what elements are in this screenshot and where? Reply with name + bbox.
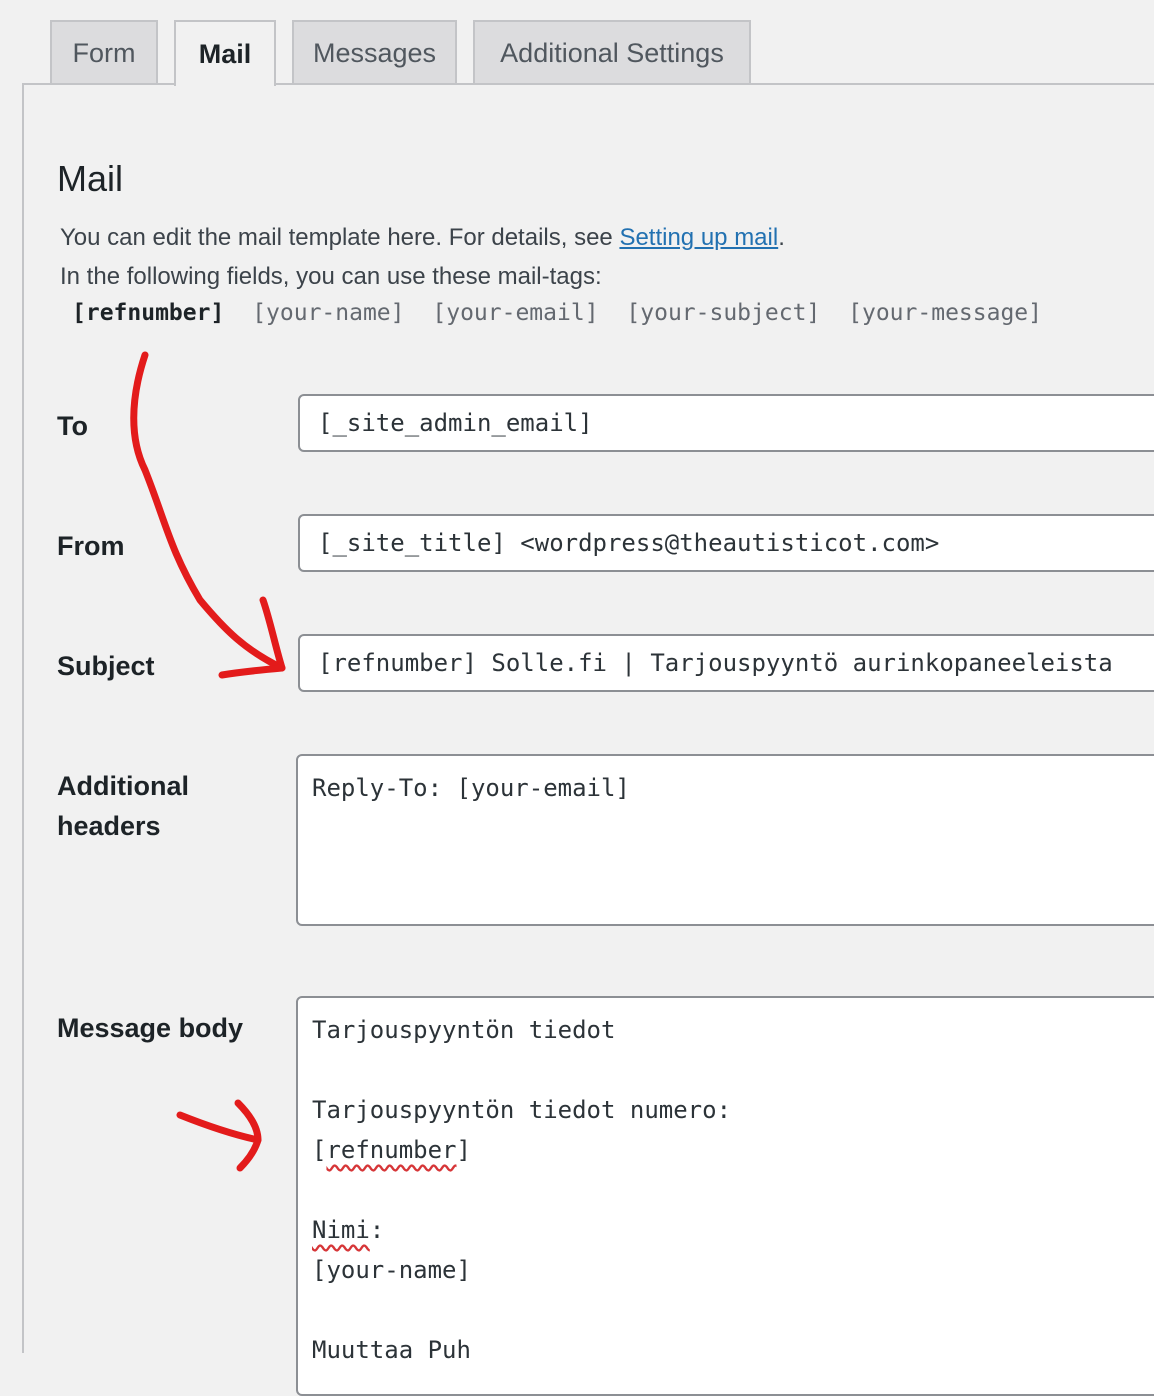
mail-description-text: You can edit the mail template here. For… [60, 224, 620, 251]
message-body-label: Message body [57, 1013, 244, 1043]
mail-tags-list: [refnumber] [your-name] [your-email] [yo… [72, 300, 1056, 326]
body-line: Nimi: [312, 1210, 1154, 1250]
body-line-colon: : [369, 1216, 385, 1244]
tab-form[interactable]: Form [50, 20, 158, 84]
additional-headers-label: Additional headers [57, 766, 189, 846]
body-line: Tarjouspyyntön tiedot numero: [312, 1096, 732, 1124]
page-title: Mail [57, 158, 124, 199]
mail-tag-refnumber[interactable]: [refnumber] [72, 300, 224, 326]
tab-bar: Form Mail Messages Additional Settings [0, 0, 1154, 86]
additional-headers-label-line1: Additional [57, 771, 189, 801]
subject-label: Subject [57, 651, 155, 681]
body-line: Tarjouspyyntön tiedot [312, 1016, 616, 1044]
body-line-bracket-open: [ [312, 1136, 327, 1164]
body-line: [refnumber] [312, 1130, 1154, 1170]
mail-description-suffix: . [778, 224, 785, 251]
mail-tag-your-email[interactable]: [your-email] [432, 300, 598, 326]
from-label: From [57, 531, 125, 561]
setting-up-mail-link[interactable]: Setting up mail [619, 224, 778, 251]
mail-tags-intro: In the following fields, you can use the… [60, 263, 602, 290]
to-label: To [57, 411, 88, 441]
from-field[interactable]: [_site_title] <wordpress@theautisticot.c… [298, 514, 1154, 572]
body-line: Muuttaa Puh [312, 1336, 471, 1364]
body-line-nimi-misspelled: Nimi [312, 1216, 370, 1244]
body-line: [your-name] [312, 1256, 471, 1284]
message-body-textarea[interactable]: Tarjouspyyntön tiedot Tarjouspyyntön tied… [296, 996, 1154, 1396]
mail-description: You can edit the mail template here. For… [60, 224, 785, 252]
to-field[interactable]: [_site_admin_email] [298, 394, 1154, 452]
body-line [312, 1170, 1154, 1210]
body-line [312, 1290, 1154, 1330]
subject-field[interactable]: [refnumber] Solle.fi | Tarjouspyyntö aur… [298, 634, 1154, 692]
mail-tag-your-message[interactable]: [your-message] [848, 300, 1042, 326]
tab-mail[interactable]: Mail [174, 20, 276, 86]
mail-tag-your-name[interactable]: [your-name] [252, 300, 404, 326]
additional-headers-textarea[interactable]: Reply-To: [your-email] [296, 754, 1154, 926]
additional-headers-label-line2: headers [57, 811, 161, 841]
mail-tag-your-subject[interactable]: [your-subject] [626, 300, 820, 326]
body-line-bracket-close: ] [456, 1136, 471, 1164]
body-line-refnumber-misspelled: refnumber [326, 1136, 457, 1164]
tab-messages[interactable]: Messages [292, 20, 457, 84]
tab-additional-settings[interactable]: Additional Settings [473, 20, 751, 84]
body-line [312, 1050, 1154, 1090]
